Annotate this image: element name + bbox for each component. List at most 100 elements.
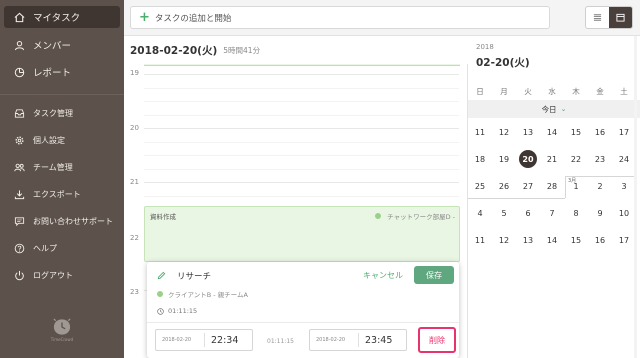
task-name-field[interactable]: リサーチ [177,270,211,282]
elapsed-time: 01:11:15 [267,338,294,345]
sidebar-item-logout[interactable]: ログアウト [0,264,124,286]
calendar-day[interactable]: 16 [588,122,612,142]
app-logo: TimeCrowd [48,318,76,348]
project-color-dot [375,213,382,219]
calendar-day[interactable]: 18 [468,149,492,169]
home-icon [12,11,26,23]
sidebar-item-help[interactable]: ヘルプ [0,237,124,259]
calendar-day[interactable]: 28 [540,176,564,196]
calendar-day[interactable]: 23 [588,149,612,169]
calendar-day[interactable]: 16 [588,230,612,250]
time-entry-editor: リサーチ キャンセル 保存 クライアントB - 親チームA 01:11:15 2… [147,262,459,358]
calendar-day-number: 19 [498,154,510,164]
calendar-day[interactable]: 20 [516,149,540,169]
calendar-selected-date: 02-20(火) [476,57,530,69]
logo-icon [53,318,71,335]
plus-icon: + [139,10,150,25]
calendar-day-number: 2 [597,181,603,191]
sidebar-item-personal-settings[interactable]: 個人設定 [0,129,124,151]
calendar-day[interactable]: 13 [516,230,540,250]
time-entry-project-label: チャットワーク部屋D - [387,213,455,221]
weekday-header: 金 [596,87,604,96]
add-task-label: タスクの追加と開始 [154,13,232,24]
sidebar-item-export[interactable]: エクスポート [0,183,124,205]
calendar-day[interactable]: 24 [612,149,636,169]
calendar-day[interactable]: 3 [612,176,636,196]
calendar-day[interactable]: 8 [564,203,588,223]
hour-line [144,128,459,129]
sidebar-item-task-management[interactable]: タスク管理 [0,102,124,124]
calendar-day[interactable]: 9 [588,203,612,223]
start-time-field[interactable]: 2018-02-20 22:34 [155,329,253,351]
report-icon [12,66,26,78]
calendar-icon [616,13,625,22]
calendar-day-number: 16 [594,127,606,137]
calendar-day-number: 5 [501,208,507,218]
sidebar-item-my-tasks[interactable]: マイタスク [4,6,120,28]
calendar-day[interactable]: 6 [516,203,540,223]
mini-calendar: 2018 02-20(火) 今日 ⌄ 日月火水木金土 11 12 13 14 15 16 17… [468,36,640,358]
list-view-button[interactable] [586,7,609,28]
sidebar-item-label: ログアウト [33,270,73,280]
hour-label: 22 [130,234,139,242]
weekday-header: 土 [620,87,628,96]
calendar-day-number: 12 [498,235,510,245]
calendar-day[interactable]: 15 [564,230,588,250]
calendar-day[interactable]: 12 [492,230,516,250]
calendar-day[interactable]: 14 [540,122,564,142]
calendar-day[interactable]: 25 [468,176,492,196]
inbox-icon [12,107,26,119]
save-button[interactable]: 保存 [414,266,454,284]
calendar-day[interactable]: 14 [540,230,564,250]
weekday-header: 水 [548,87,556,96]
calendar-scrollbar[interactable] [634,36,637,358]
calendar-day[interactable]: 7 [540,203,564,223]
calendar-view-button[interactable] [609,7,632,28]
weekday-header: 火 [524,87,532,96]
cancel-button[interactable]: キャンセル [363,270,403,281]
calendar-day-number: 15 [570,127,582,137]
sidebar-item-team-management[interactable]: チーム管理 [0,156,124,178]
quarter-line [144,142,459,143]
time-entry-project: チャットワーク部屋D - [375,211,455,221]
sidebar-item-support[interactable]: お問い合わせサポート [0,210,124,232]
sidebar-item-label: お問い合わせサポート [33,216,113,226]
calendar-day[interactable]: 4 [468,203,492,223]
project-color-dot [157,291,163,297]
end-date: 2018-02-20 [316,337,346,343]
calendar-day[interactable]: 11 [468,230,492,250]
calendar-day[interactable]: 15 [564,122,588,142]
calendar-day[interactable]: 11 [468,122,492,142]
calendar-day-number: 27 [522,181,534,191]
add-task-button[interactable]: + タスクの追加と開始 [130,6,550,29]
calendar-day[interactable]: 19 [492,149,516,169]
calendar-day[interactable]: 22 [564,149,588,169]
calendar-day-number: 6 [525,208,531,218]
power-icon [12,269,26,281]
calendar-day[interactable]: 10 [612,203,636,223]
calendar-day-number: 18 [474,154,486,164]
calendar-day[interactable]: 21 [540,149,564,169]
delete-button[interactable]: 削除 [418,327,456,353]
sidebar-item-label: エクスポート [33,189,81,199]
time-entry-block[interactable]: 資料作成 チャットワーク部屋D - [144,206,460,262]
user-icon [12,39,26,51]
calendar-day[interactable]: 12 [492,122,516,142]
team-icon [12,161,26,173]
calendar-day[interactable]: 5 [492,203,516,223]
calendar-day[interactable]: 17 [612,122,636,142]
calendar-day[interactable]: 2 [588,176,612,196]
today-button[interactable]: 今日 ⌄ [468,100,640,118]
calendar-day[interactable]: 26 [492,176,516,196]
calendar-day[interactable]: 27 [516,176,540,196]
hour-label: 23 [130,288,139,296]
previous-time-entry[interactable] [144,64,460,66]
calendar-day[interactable]: 17 [612,230,636,250]
project-selector[interactable]: クライアントB - 親チームA [157,289,248,299]
calendar-day[interactable]: 13 [516,122,540,142]
sidebar-item-report[interactable]: レポート [0,61,124,83]
end-time-field[interactable]: 2018-02-20 23:45 [309,329,407,351]
sidebar-item-members[interactable]: メンバー [0,34,124,56]
calendar-day-number: 20 [519,150,537,168]
month-boundary-line [468,198,565,199]
